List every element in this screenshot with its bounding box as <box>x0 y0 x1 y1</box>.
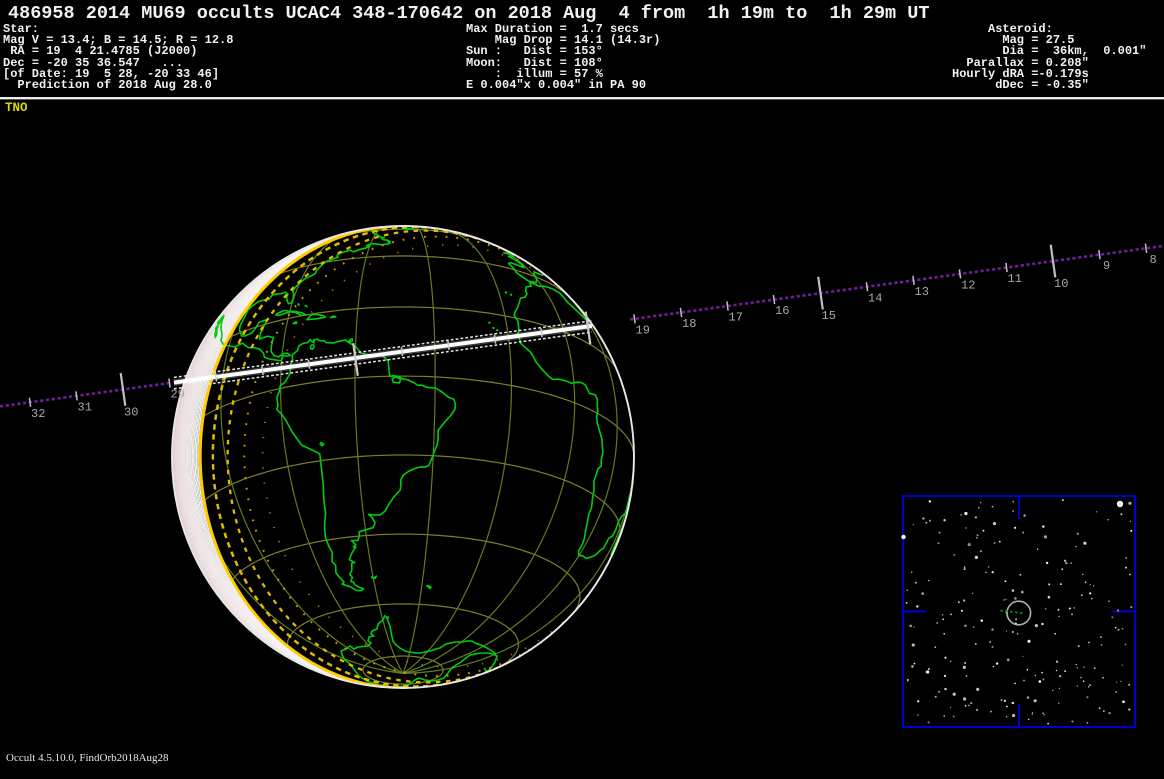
svg-text:32: 32 <box>31 407 45 421</box>
svg-text:31: 31 <box>78 400 92 414</box>
svg-text:8: 8 <box>1150 253 1157 267</box>
svg-text:17: 17 <box>729 311 743 325</box>
svg-text:15: 15 <box>822 309 836 323</box>
svg-text:11: 11 <box>1008 272 1022 286</box>
svg-text:12: 12 <box>961 278 975 292</box>
svg-text:18: 18 <box>682 317 696 331</box>
svg-text:13: 13 <box>915 285 929 299</box>
svg-text:30: 30 <box>124 405 138 419</box>
svg-text:19: 19 <box>636 323 650 337</box>
svg-text:29: 29 <box>171 388 185 402</box>
svg-text:10: 10 <box>1054 277 1068 291</box>
svg-text:16: 16 <box>775 304 789 318</box>
svg-text:9: 9 <box>1103 259 1110 273</box>
svg-text:14: 14 <box>868 291 882 305</box>
